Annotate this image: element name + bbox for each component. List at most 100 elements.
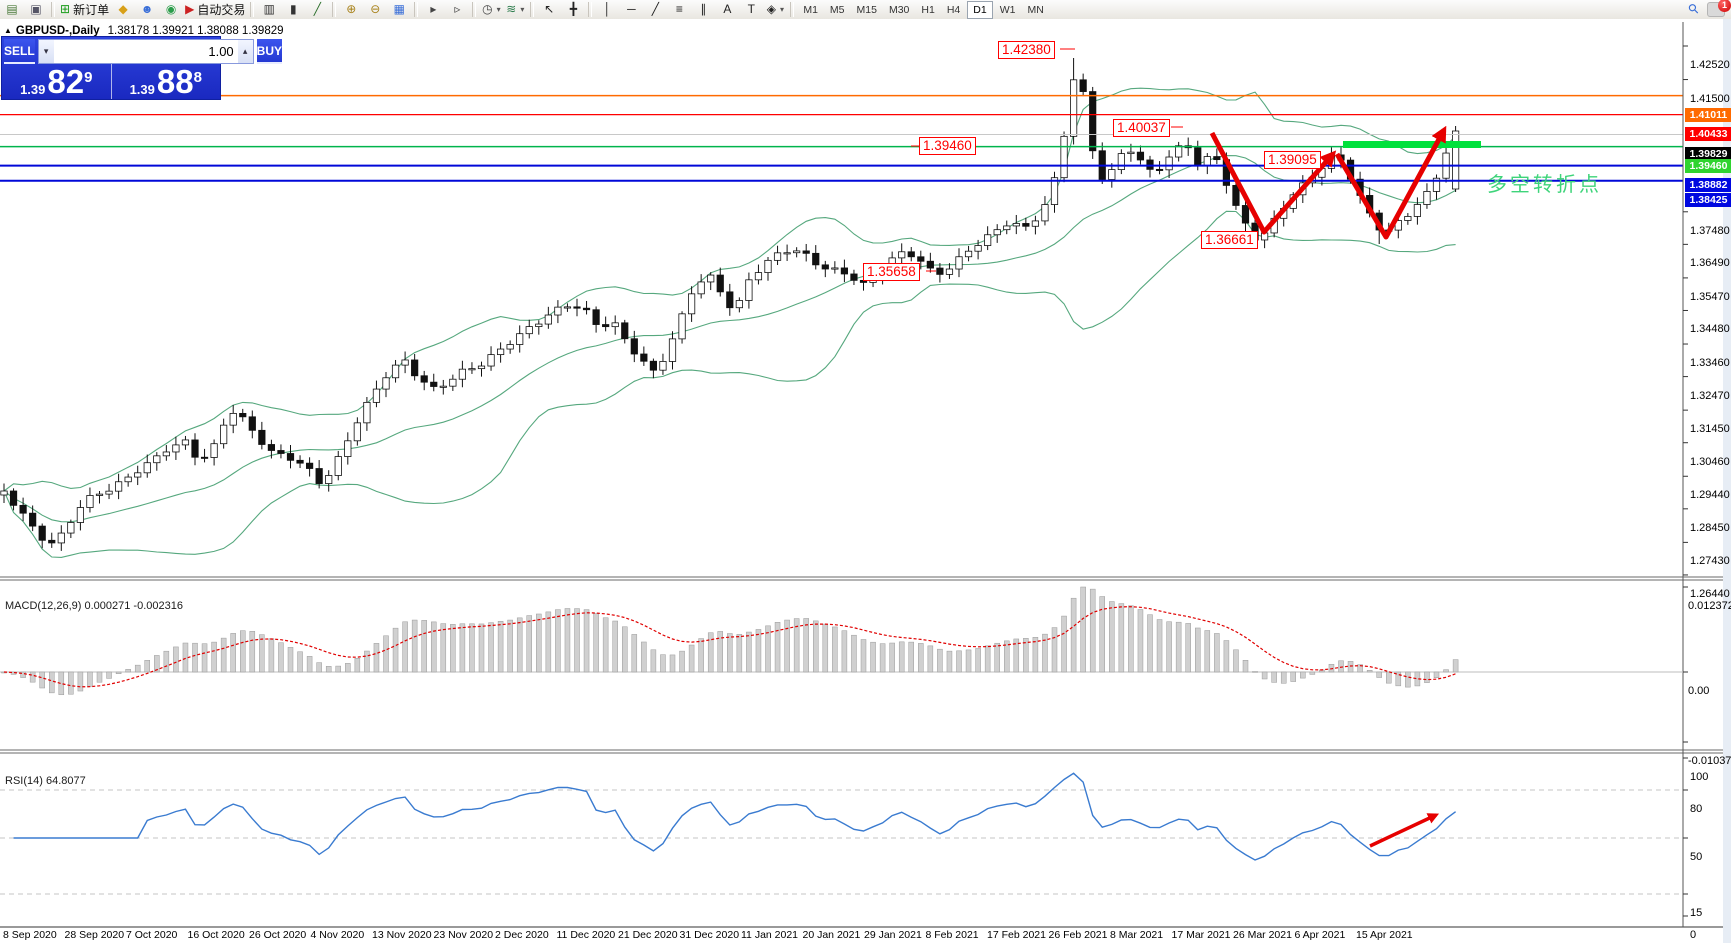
candlestick-chart-button[interactable]: ▮ bbox=[281, 1, 305, 18]
date-axis-label: 17 Mar 2021 bbox=[1172, 929, 1231, 941]
chart-window[interactable]: ▲ GBPUSD-,Daily 1.38178 1.39921 1.38088 1.… bbox=[0, 19, 1731, 943]
auto-scroll-button[interactable]: ▸ bbox=[421, 1, 445, 18]
level-lines bbox=[0, 96, 1683, 181]
thick-green-resistance-bar[interactable] bbox=[1343, 141, 1481, 148]
timeframe-button-w1[interactable]: W1 bbox=[995, 2, 1021, 18]
price-annotation-box[interactable]: 1.40037 bbox=[1113, 119, 1170, 137]
date-axis-label: 8 Mar 2021 bbox=[1110, 929, 1163, 941]
timeframe-button-d1[interactable]: D1 bbox=[967, 1, 992, 19]
timeframe-button-h4[interactable]: H4 bbox=[942, 2, 965, 18]
price-tick-label: 1.34480 bbox=[1690, 323, 1730, 335]
toolbar-separator bbox=[588, 2, 592, 17]
channel-button[interactable]: ∥ bbox=[691, 1, 715, 18]
price-annotation-box[interactable]: 1.39095 bbox=[1264, 151, 1321, 169]
pane-separators[interactable] bbox=[0, 22, 1723, 927]
indicators-icon: ≋ bbox=[506, 1, 516, 18]
symbol-period-label: GBPUSD-,Daily bbox=[16, 25, 100, 37]
level-price-badge: 1.41011 bbox=[1685, 108, 1731, 122]
text-label-button[interactable]: T bbox=[739, 1, 763, 18]
fibonacci-icon: ≡ bbox=[676, 1, 683, 18]
horizontal-line-icon: ─ bbox=[627, 1, 636, 18]
fibonacci-button[interactable]: ≡ bbox=[667, 1, 691, 18]
bar-chart-button[interactable]: ▥ bbox=[257, 1, 281, 18]
level-price-badge: 1.38425 bbox=[1685, 193, 1731, 207]
price-tick-label: 1.27430 bbox=[1690, 555, 1730, 567]
timeframe-button-m5[interactable]: M5 bbox=[825, 2, 850, 18]
date-axis-label: 29 Jan 2021 bbox=[864, 929, 922, 941]
volume-increase-button[interactable]: ▴ bbox=[238, 40, 253, 63]
timeframe-button-m15[interactable]: M15 bbox=[852, 2, 882, 18]
zoom-in-button[interactable]: ⊕ bbox=[339, 1, 363, 18]
line-chart-button[interactable]: ╱ bbox=[305, 1, 329, 18]
buy-price[interactable]: 1.39888 bbox=[112, 64, 221, 99]
indicators-button-caret-icon: ▾ bbox=[520, 5, 524, 14]
price-annotation-box[interactable]: 1.39460 bbox=[919, 137, 976, 155]
eraser-button[interactable]: ◆ bbox=[111, 1, 135, 18]
volume-decrease-button[interactable]: ▾ bbox=[39, 40, 54, 63]
contacts-button[interactable]: ☻ bbox=[135, 1, 159, 18]
zoom-out-button[interactable]: ⊖ bbox=[363, 1, 387, 18]
crosshair-icon: ╋ bbox=[570, 1, 577, 18]
sell-button[interactable]: SELL bbox=[4, 39, 35, 64]
chart-shift-button[interactable]: ▹ bbox=[445, 1, 469, 18]
notifications-icon[interactable]: 1 bbox=[1707, 2, 1725, 17]
periodicity-button[interactable]: ◷▾ bbox=[479, 1, 503, 18]
horizontal-line-button[interactable]: ─ bbox=[619, 1, 643, 18]
bar-chart-icon: ▥ bbox=[264, 1, 275, 18]
cursor-button[interactable]: ↖ bbox=[537, 1, 561, 18]
timeframe-button-m1[interactable]: M1 bbox=[798, 2, 823, 18]
price-tick-label: 1.29440 bbox=[1690, 489, 1730, 501]
toolbar-separator bbox=[250, 2, 254, 17]
bull-bear-turning-point-note[interactable]: 多空转折点 bbox=[1487, 168, 1602, 197]
date-axis-label: 15 Apr 2021 bbox=[1356, 929, 1413, 941]
price-annotation-box[interactable]: 1.42380 bbox=[998, 41, 1055, 59]
periodicity-button-caret-icon: ▾ bbox=[497, 5, 501, 14]
rsi-scale-label: 80 bbox=[1690, 803, 1702, 815]
shapes-button[interactable]: ◈▾ bbox=[763, 1, 787, 18]
tile-windows-button[interactable]: ▦ bbox=[387, 1, 411, 18]
macd-label: MACD(12,26,9) 0.000271 -0.002316 bbox=[5, 600, 183, 612]
timeframe-button-h1[interactable]: H1 bbox=[916, 2, 939, 18]
contacts-icon: ☻ bbox=[141, 1, 154, 18]
text-button[interactable]: A bbox=[715, 1, 739, 18]
macd-scale-label: -0.010374 bbox=[1688, 755, 1731, 767]
date-axis-label: 23 Nov 2020 bbox=[434, 929, 494, 941]
periodicity-icon: ◷ bbox=[482, 1, 492, 18]
profiles-button[interactable]: ▣ bbox=[24, 1, 48, 18]
price-chart-canvas[interactable] bbox=[0, 19, 1731, 943]
auto-scroll-icon: ▸ bbox=[430, 1, 436, 18]
autotrading-icon: ▶ bbox=[185, 1, 194, 18]
new-chart-button[interactable]: ▤ bbox=[0, 1, 24, 18]
trendline-button[interactable]: ╱ bbox=[643, 1, 667, 18]
price-tick-label: 1.30460 bbox=[1690, 456, 1730, 468]
price-annotation-box[interactable]: 1.35658 bbox=[863, 263, 920, 281]
price-annotation-box[interactable]: 1.36661 bbox=[1201, 231, 1258, 249]
timeframe-button-mn[interactable]: MN bbox=[1022, 2, 1048, 18]
crosshair-button[interactable]: ╋ bbox=[561, 1, 585, 18]
volume-stepper: ▾ ▴ bbox=[38, 39, 254, 64]
sell-price[interactable]: 1.39829 bbox=[2, 64, 111, 99]
indicators-button[interactable]: ≋▾ bbox=[503, 1, 527, 18]
price-tick-label: 1.28450 bbox=[1690, 522, 1730, 534]
timeframe-button-m30[interactable]: M30 bbox=[884, 2, 914, 18]
sell-price-big: 82 bbox=[47, 67, 84, 97]
rsi-trend-arrow[interactable] bbox=[1370, 815, 1436, 846]
date-axis-label: 26 Feb 2021 bbox=[1049, 929, 1108, 941]
search-icon[interactable]: ⚲ bbox=[1685, 0, 1703, 18]
trendline-icon: ╱ bbox=[652, 1, 659, 18]
volume-input[interactable] bbox=[54, 40, 238, 63]
chart-shift-icon: ▹ bbox=[454, 1, 460, 18]
date-axis-label: 16 Oct 2020 bbox=[188, 929, 245, 941]
signals-button[interactable]: ◉ bbox=[159, 1, 183, 18]
rsi-line bbox=[14, 773, 1456, 860]
date-axis-label: 6 Apr 2021 bbox=[1295, 929, 1346, 941]
rsi-scale-label: 15 bbox=[1690, 907, 1702, 919]
ohlc-values: 1.38178 1.39921 1.38088 1.39829 bbox=[108, 25, 284, 37]
panel-collapse-icon[interactable]: ▲ bbox=[4, 26, 12, 35]
price-tick-label: 1.37480 bbox=[1690, 225, 1730, 237]
vertical-line-button[interactable]: │ bbox=[595, 1, 619, 18]
new-order-button[interactable]: ⊞新订单 bbox=[58, 1, 111, 18]
autotrading-button[interactable]: ▶自动交易 bbox=[183, 1, 247, 18]
buy-button[interactable]: BUY bbox=[257, 39, 282, 64]
level-price-badge: 1.38882 bbox=[1685, 178, 1731, 192]
